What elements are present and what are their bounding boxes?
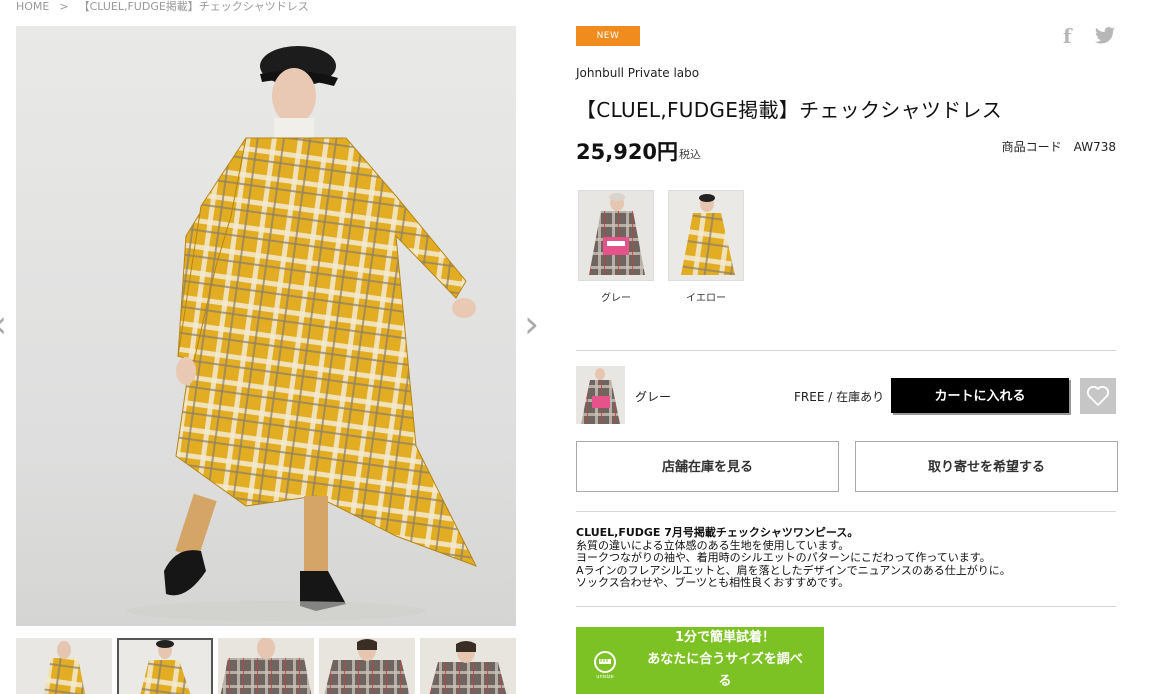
twitter-share-icon[interactable] xyxy=(1094,24,1116,46)
facebook-share-icon[interactable]: f xyxy=(1063,24,1072,48)
description-line: ソックス合わせや、ブーツとも相性良くおすすめです。 xyxy=(576,576,850,589)
cart-size-stock: FREE / 在庫あり xyxy=(794,390,885,404)
thumbnail-2[interactable] xyxy=(117,638,213,694)
add-to-cart-button[interactable]: カートに入れる xyxy=(891,378,1069,413)
description-line: ヨークつながりの袖や、着用時のシルエットのパターンにこだわって作っています。 xyxy=(576,551,991,564)
color-label-gray: グレー xyxy=(601,293,631,304)
color-swatch-yellow-image[interactable] xyxy=(668,190,744,281)
product-title: 【CLUEL,FUDGE掲載】チェックシャツドレス xyxy=(576,98,1003,122)
prev-image-arrow-icon[interactable]: ‹ xyxy=(0,305,7,343)
breadcrumb-home[interactable]: HOME xyxy=(16,0,49,13)
color-option-yellow[interactable]: イエロー xyxy=(667,190,745,304)
divider-middle xyxy=(576,511,1116,512)
thumbnail-1[interactable] xyxy=(16,638,112,694)
color-label-yellow: イエロー xyxy=(686,293,726,304)
model-illustration xyxy=(126,46,478,621)
divider-bottom xyxy=(576,606,1116,607)
thumbnail-4[interactable] xyxy=(319,638,415,694)
size-check-banner[interactable]: unisize 1分で簡単試着！ あなたに合うサイズを調べ る xyxy=(576,627,824,694)
unisize-logo-icon: unisize xyxy=(590,649,620,680)
main-product-image[interactable] xyxy=(16,26,516,626)
svg-text:unisize: unisize xyxy=(596,674,613,679)
breadcrumb: HOME > 【CLUEL,FUDGE掲載】チェックシャツドレス xyxy=(16,0,309,14)
product-code-value: AW738 xyxy=(1073,140,1116,154)
product-description: CLUEL,FUDGE 7月号掲載チェックシャツワンピース。 糸質の違いによる立… xyxy=(576,526,1116,590)
promo-line-2: あなたに合うサイズを調べ xyxy=(647,652,803,667)
description-title: CLUEL,FUDGE 7月号掲載チェックシャツワンピース。 xyxy=(576,526,859,539)
thumbnail-3[interactable] xyxy=(218,638,314,694)
breadcrumb-separator: > xyxy=(59,0,69,13)
promo-line-1: 1分で簡単試着！ xyxy=(674,630,776,645)
tax-label: 税込 xyxy=(679,148,701,161)
next-image-arrow-icon[interactable]: › xyxy=(524,305,539,343)
cart-item-thumbnail xyxy=(576,366,625,424)
color-swatch-gray-image[interactable] xyxy=(578,190,654,281)
product-code-label: 商品コード xyxy=(1001,140,1062,154)
favorite-button[interactable] xyxy=(1080,378,1116,414)
request-transfer-button[interactable]: 取り寄せを希望する xyxy=(855,441,1118,492)
breadcrumb-current: 【CLUEL,FUDGE掲載】チェックシャツドレス xyxy=(78,0,309,13)
promo-line-3: る xyxy=(718,674,732,689)
new-badge: NEW xyxy=(576,26,640,46)
heart-icon xyxy=(1086,385,1110,406)
brand-name[interactable]: Johnbull Private labo xyxy=(576,66,699,80)
product-price: 25,920円 xyxy=(576,140,679,164)
color-option-gray[interactable]: グレー xyxy=(577,190,655,304)
thumbnail-5[interactable] xyxy=(420,638,516,694)
size-check-text: 1分で簡単試着！ あなたに合うサイズを調べ る xyxy=(630,627,820,693)
cart-color-label: グレー xyxy=(635,390,672,404)
product-code: 商品コード AW738 xyxy=(1002,138,1116,155)
store-stock-button[interactable]: 店舗在庫を見る xyxy=(576,441,839,492)
divider-top xyxy=(576,350,1116,351)
thumbnail-strip xyxy=(16,638,516,694)
